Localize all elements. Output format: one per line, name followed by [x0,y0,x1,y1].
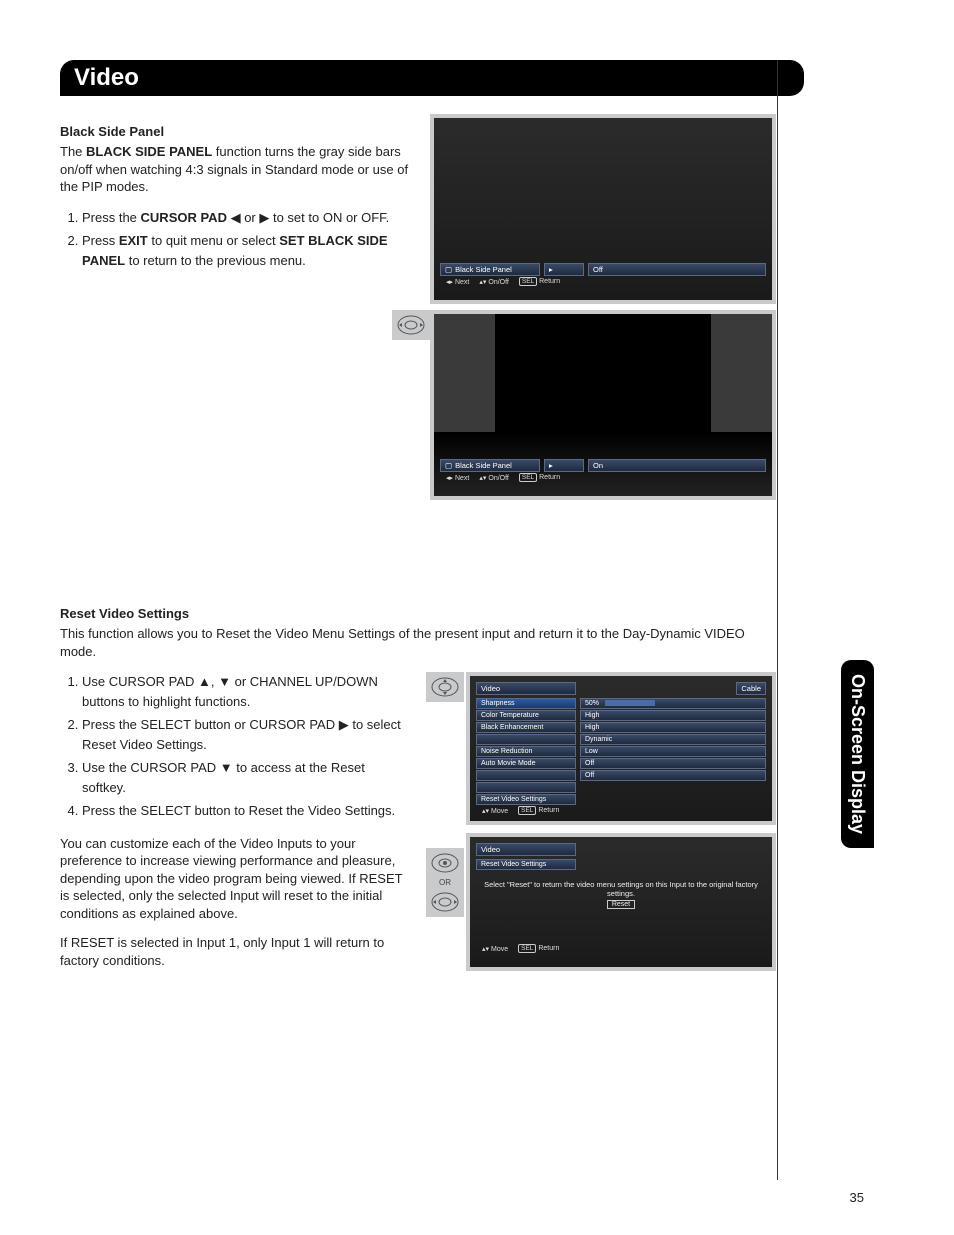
bsp-step2-mid: to quit menu or select [148,233,280,248]
video-menu-row-value: Low [580,746,766,757]
vertical-rule [777,60,778,1180]
osd-arrow-box2: ▸ [544,459,584,472]
reset-step4: Press the SELECT button to Reset the Vid… [82,801,410,821]
osd2-value: On [588,459,766,472]
page-number: 35 [850,1190,864,1205]
video-menu-row: Dynamic [476,734,766,745]
video-menu-row [476,782,766,793]
rm-move: Move [491,946,508,953]
video-menu-row-label [476,770,576,781]
reset-menu-hints: ▴▾ Move SEL Return [476,945,766,953]
video-menu-row-label: Reset Video Settings [476,794,576,805]
osd1-next: Next [455,279,469,286]
bsp-step1-pre: Press the [82,210,141,225]
video-menu-row-value: Dynamic [580,734,766,745]
reset-step2: Press the SELECT button or CURSOR PAD ▶ … [82,715,410,754]
dpad-icon [430,676,460,698]
video-menu-row-label [476,734,576,745]
reset-step3: Use the CURSOR PAD ▼ to access at the Re… [82,758,410,797]
video-menu-row: Reset Video Settings [476,794,766,805]
video-menu-row-label: Sharpness [476,698,576,709]
bsp-step1: Press the CURSOR PAD ◀ or ▶ to set to ON… [82,208,410,228]
osd1-value: Off [588,263,766,276]
bsp-step2-bold1: EXIT [119,233,148,248]
video-menu-row: Color Temperature High [476,710,766,721]
vm-sel: SEL [518,806,536,815]
video-menu-row-value: High [580,710,766,721]
reset-heading: Reset Video Settings [60,606,776,621]
rm-return: Return [538,945,559,952]
osd-arrow-box: ▸ [544,263,584,276]
bsp-step1-post: ◀ or ▶ to set to ON or OFF. [227,210,389,225]
osd1-onoff: On/Off [488,279,509,286]
reset-button[interactable]: Reset [607,900,635,909]
video-menu-row-label: Black Enhancement [476,722,576,733]
osd-bsp-on: ▢ Black Side Panel ▸ On ◂▸ Next ▴▾ On/Of… [430,310,776,500]
bsp-steps: Press the CURSOR PAD ◀ or ▶ to set to ON… [60,208,410,271]
dpad-icon [430,852,460,874]
bsp-step1-bold: CURSOR PAD [141,210,227,225]
osd1-return: Return [539,278,560,285]
osd-reset-menu: Video Reset Video Settings Select "Reset… [466,833,776,971]
reset-menu-text-span: Select "Reset" to return the video menu … [484,880,758,898]
video-menu-row: Noise Reduction Low [476,746,766,757]
osd1-sel: SEL [519,277,537,286]
or-label: OR [439,878,451,887]
bsp-heading: Black Side Panel [60,124,410,139]
osd-label: ▢ Black Side Panel [440,263,540,276]
video-menu-row-label [476,782,576,793]
dpad-icon [396,314,426,336]
osd2-onoff: On/Off [488,475,509,482]
vm-move: Move [491,808,508,815]
osd2-return: Return [539,474,560,481]
video-menu-title: Video [476,682,576,695]
osd2-next: Next [455,475,469,482]
bsp-intro-bold: BLACK SIDE PANEL [86,144,212,159]
bsp-step2-post: to return to the previous menu. [125,253,306,268]
video-menu-cable: Cable [736,682,766,695]
bsp-intro: The BLACK SIDE PANEL function turns the … [60,143,410,196]
reset-menu-subtitle: Reset Video Settings [476,859,576,870]
dpad-icon [430,891,460,913]
video-menu-row-label: Color Temperature [476,710,576,721]
video-menu-row: Auto Movie Mode Off [476,758,766,769]
video-menu-row-label: Auto Movie Mode [476,758,576,769]
reset-menu-title: Video [476,843,576,856]
video-menu-row-label: Noise Reduction [476,746,576,757]
video-menu-row: Sharpness 50% [476,698,766,709]
side-tab: On-Screen Display [841,660,874,848]
osd2-sel: SEL [519,473,537,482]
vm-return: Return [538,807,559,814]
video-menu-hints: ▴▾ Move SEL Return [476,807,766,815]
video-menu-row-value: Off [580,758,766,769]
bsp-intro-pre: The [60,144,86,159]
osd1-hints: ◂▸ Next ▴▾ On/Off SEL Return [440,278,766,286]
reset-para2: If RESET is selected in Input 1, only In… [60,934,410,969]
reset-step1: Use CURSOR PAD ▲, ▼ or CHANNEL UP/DOWN b… [82,672,410,711]
osd2-hints: ◂▸ Next ▴▾ On/Off SEL Return [440,474,766,482]
osd-video-menu: Video Cable Sharpness 50% Color Temperatu… [466,672,776,825]
osd-bsp-off: ▢ Black Side Panel ▸ Off ◂▸ Next ▴▾ On/O… [430,114,776,304]
reset-steps: Use CURSOR PAD ▲, ▼ or CHANNEL UP/DOWN b… [60,672,410,821]
tv-icon: ▢ [445,461,452,470]
reset-intro: This function allows you to Reset the Vi… [60,625,776,660]
bsp-step2-pre: Press [82,233,119,248]
osd-label2: ▢ Black Side Panel [440,459,540,472]
video-menu-row: Black Enhancement High [476,722,766,733]
section-banner: Video [60,60,804,96]
video-menu-row: Off [476,770,766,781]
bsp-step2: Press EXIT to quit menu or select SET BL… [82,231,410,270]
tv-icon: ▢ [445,265,452,274]
video-menu-row-value: 50% [580,698,766,709]
reset-menu-text: Select "Reset" to return the video menu … [476,880,766,909]
osd1-label: Black Side Panel [455,265,512,274]
video-menu-row-value: High [580,722,766,733]
video-menu-row-value: Off [580,770,766,781]
rm-sel: SEL [518,944,536,953]
reset-para1: You can customize each of the Video Inpu… [60,835,410,923]
osd2-label: Black Side Panel [455,461,512,470]
